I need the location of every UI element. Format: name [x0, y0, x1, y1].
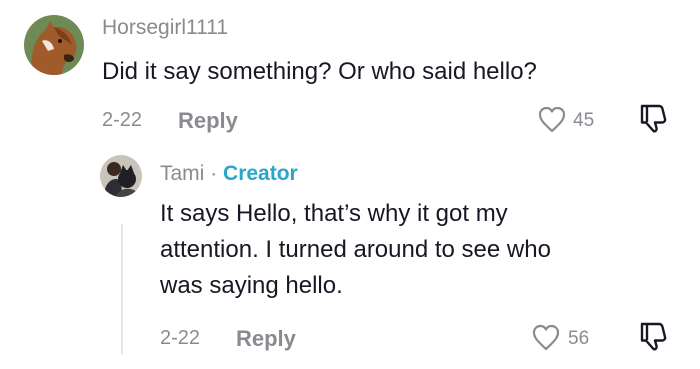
comment-username[interactable]: Horsegirl1111	[102, 16, 228, 40]
reply-reply-button[interactable]: Reply	[236, 326, 296, 352]
comment-date: 2-22	[102, 109, 143, 131]
reply-avatar[interactable]	[100, 155, 142, 197]
reply-text-line: was saying hello.	[160, 272, 343, 299]
reply-text: It says Hello, that’s why it got my atte…	[160, 196, 551, 304]
reply-username[interactable]: Tami	[160, 162, 204, 185]
heart-icon[interactable]	[537, 105, 567, 133]
horse-avatar-icon	[24, 15, 84, 75]
username-separator: ·	[210, 162, 218, 185]
reply-button[interactable]: Reply	[178, 108, 238, 134]
creator-badge: Creator	[223, 162, 298, 185]
reply-text-line: attention. I turned around to see who	[160, 236, 551, 263]
reply-text-line: It says Hello, that’s why it got my	[160, 200, 508, 227]
person-with-dog-avatar-icon	[100, 155, 142, 197]
reply-like-count: 56	[568, 328, 590, 349]
reply-date: 2-22	[160, 327, 201, 349]
reply-username-row: Tami · Creator	[160, 162, 298, 186]
like-count: 45	[573, 110, 595, 131]
thread-line	[121, 224, 123, 354]
dislike-icon[interactable]	[637, 102, 671, 134]
avatar[interactable]	[24, 15, 84, 75]
comment-text: Did it say something? Or who said hello?	[102, 58, 537, 85]
heart-icon[interactable]	[531, 323, 561, 351]
dislike-icon[interactable]	[637, 320, 671, 352]
